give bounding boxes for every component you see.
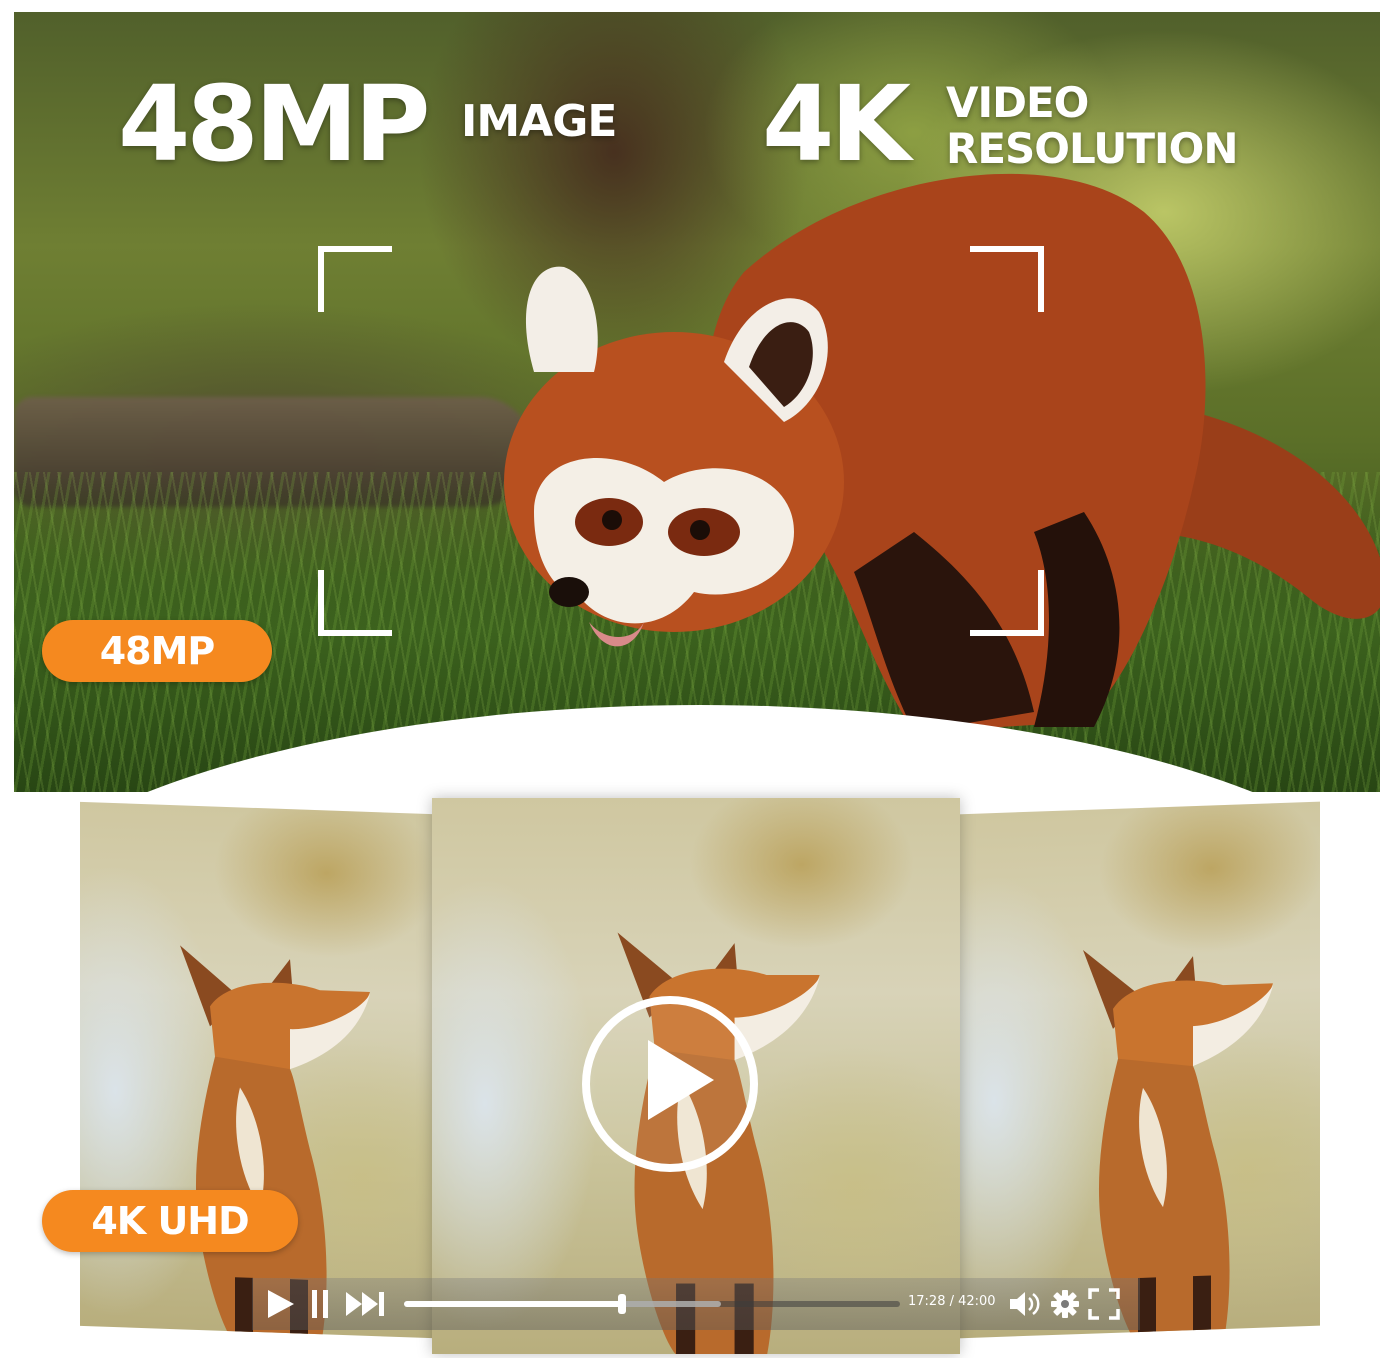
fullscreen-icon[interactable] [1088, 1288, 1120, 1320]
headline-image: IMAGE [461, 96, 617, 147]
focus-corner-bottom-right [970, 570, 1044, 636]
headline-48mp: 48MP [118, 63, 430, 185]
focus-corner-top-right [970, 246, 1044, 312]
badge-4k-uhd: 4K UHD [42, 1190, 298, 1252]
play-triangle-icon [648, 1040, 714, 1120]
seek-bar[interactable] [404, 1294, 900, 1314]
video-frame-right [958, 801, 1320, 1339]
headline-video: VIDEO [946, 78, 1089, 127]
seek-bar-handle[interactable] [618, 1294, 627, 1314]
badge-48mp: 48MP [42, 620, 272, 682]
fox-illustration [1083, 949, 1273, 1339]
volume-icon[interactable] [1008, 1290, 1042, 1318]
red-panda-illustration [504, 173, 1380, 732]
video-frame-left [80, 801, 432, 1339]
headline-video-resolution: VIDEO RESOLUTION [946, 80, 1238, 172]
gear-icon[interactable] [1050, 1289, 1080, 1319]
time-readout: 17:28 / 42:00 [908, 1294, 996, 1309]
skip-forward-icon[interactable] [344, 1290, 388, 1318]
play-icon[interactable] [266, 1288, 296, 1320]
focus-corner-bottom-left [318, 570, 392, 636]
headline-4k: 4K [762, 63, 911, 185]
product-image: 48MP IMAGE 4K VIDEO RESOLUTION 48MP 4K U… [0, 0, 1393, 1358]
headline-resolution: RESOLUTION [946, 124, 1238, 173]
fox-illustration [180, 945, 370, 1339]
focus-corner-top-left [318, 246, 392, 312]
hero-photo: 48MP IMAGE 4K VIDEO RESOLUTION 48MP [14, 12, 1380, 792]
pause-icon[interactable] [310, 1288, 332, 1320]
seek-bar-progress [404, 1301, 623, 1307]
